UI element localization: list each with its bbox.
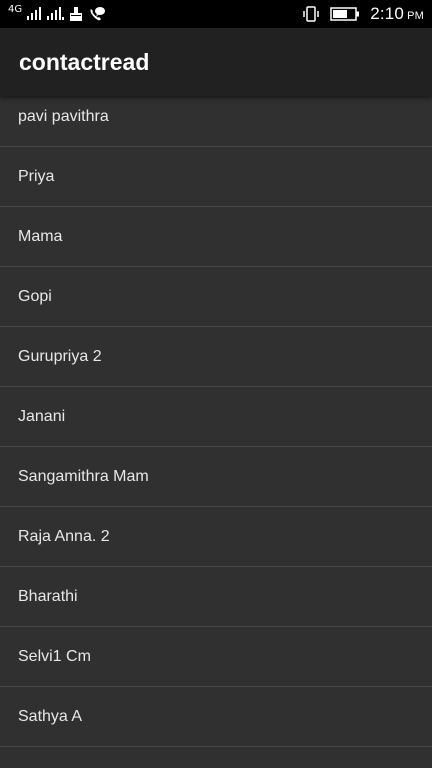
- network-type-label: 4G: [8, 4, 23, 15]
- contact-list[interactable]: pavi pavithra Priya Mama Gopi Gurupriya …: [0, 96, 432, 768]
- contact-name: Raja Anna. 2: [18, 527, 110, 545]
- contact-name: Gopi: [18, 287, 52, 305]
- app-title: contactread: [19, 48, 150, 75]
- list-item[interactable]: Gopi: [0, 267, 432, 327]
- contact-name: Janani: [18, 407, 66, 425]
- contact-name: Bharathi: [18, 587, 78, 605]
- contact-name: Sangamithra Mam: [18, 467, 149, 485]
- list-item[interactable]: Mama: [0, 207, 432, 267]
- contact-name: Selvi1 Cm: [18, 647, 91, 665]
- battery-icon: [330, 7, 360, 21]
- signal-strength-2-icon: [46, 7, 65, 21]
- app-bar: contactread: [0, 28, 432, 96]
- cleaner-icon: [68, 6, 84, 22]
- signal-strength-icon: [26, 7, 42, 21]
- clock: 2:10 PM: [370, 4, 424, 24]
- list-item[interactable]: Sathya A: [0, 687, 432, 747]
- clock-ampm: PM: [407, 10, 424, 22]
- contact-name: Sathya A: [18, 707, 83, 725]
- list-item[interactable]: pavi pavithra: [0, 96, 432, 147]
- list-item[interactable]: Raja Anna. 2: [0, 507, 432, 567]
- call-message-icon: [88, 6, 106, 22]
- list-item[interactable]: Gurupriya 2: [0, 327, 432, 387]
- contact-name: Mama: [18, 227, 63, 245]
- list-item[interactable]: Janani: [0, 387, 432, 447]
- status-left: 4G: [8, 4, 106, 22]
- list-item[interactable]: Selvi1 Cm: [0, 627, 432, 687]
- contact-name: Priya: [18, 167, 55, 185]
- status-bar: 4G 2:10 PM: [0, 0, 432, 28]
- clock-time: 2:10: [370, 4, 405, 23]
- list-item[interactable]: Bharathi: [0, 567, 432, 627]
- status-right: 2:10 PM: [302, 4, 424, 24]
- vibrate-icon: [302, 6, 320, 22]
- contact-name: pavi pavithra: [18, 107, 109, 125]
- contact-name: Gurupriya 2: [18, 347, 102, 365]
- list-item[interactable]: Sangamithra Mam: [0, 447, 432, 507]
- list-item[interactable]: Priya: [0, 147, 432, 207]
